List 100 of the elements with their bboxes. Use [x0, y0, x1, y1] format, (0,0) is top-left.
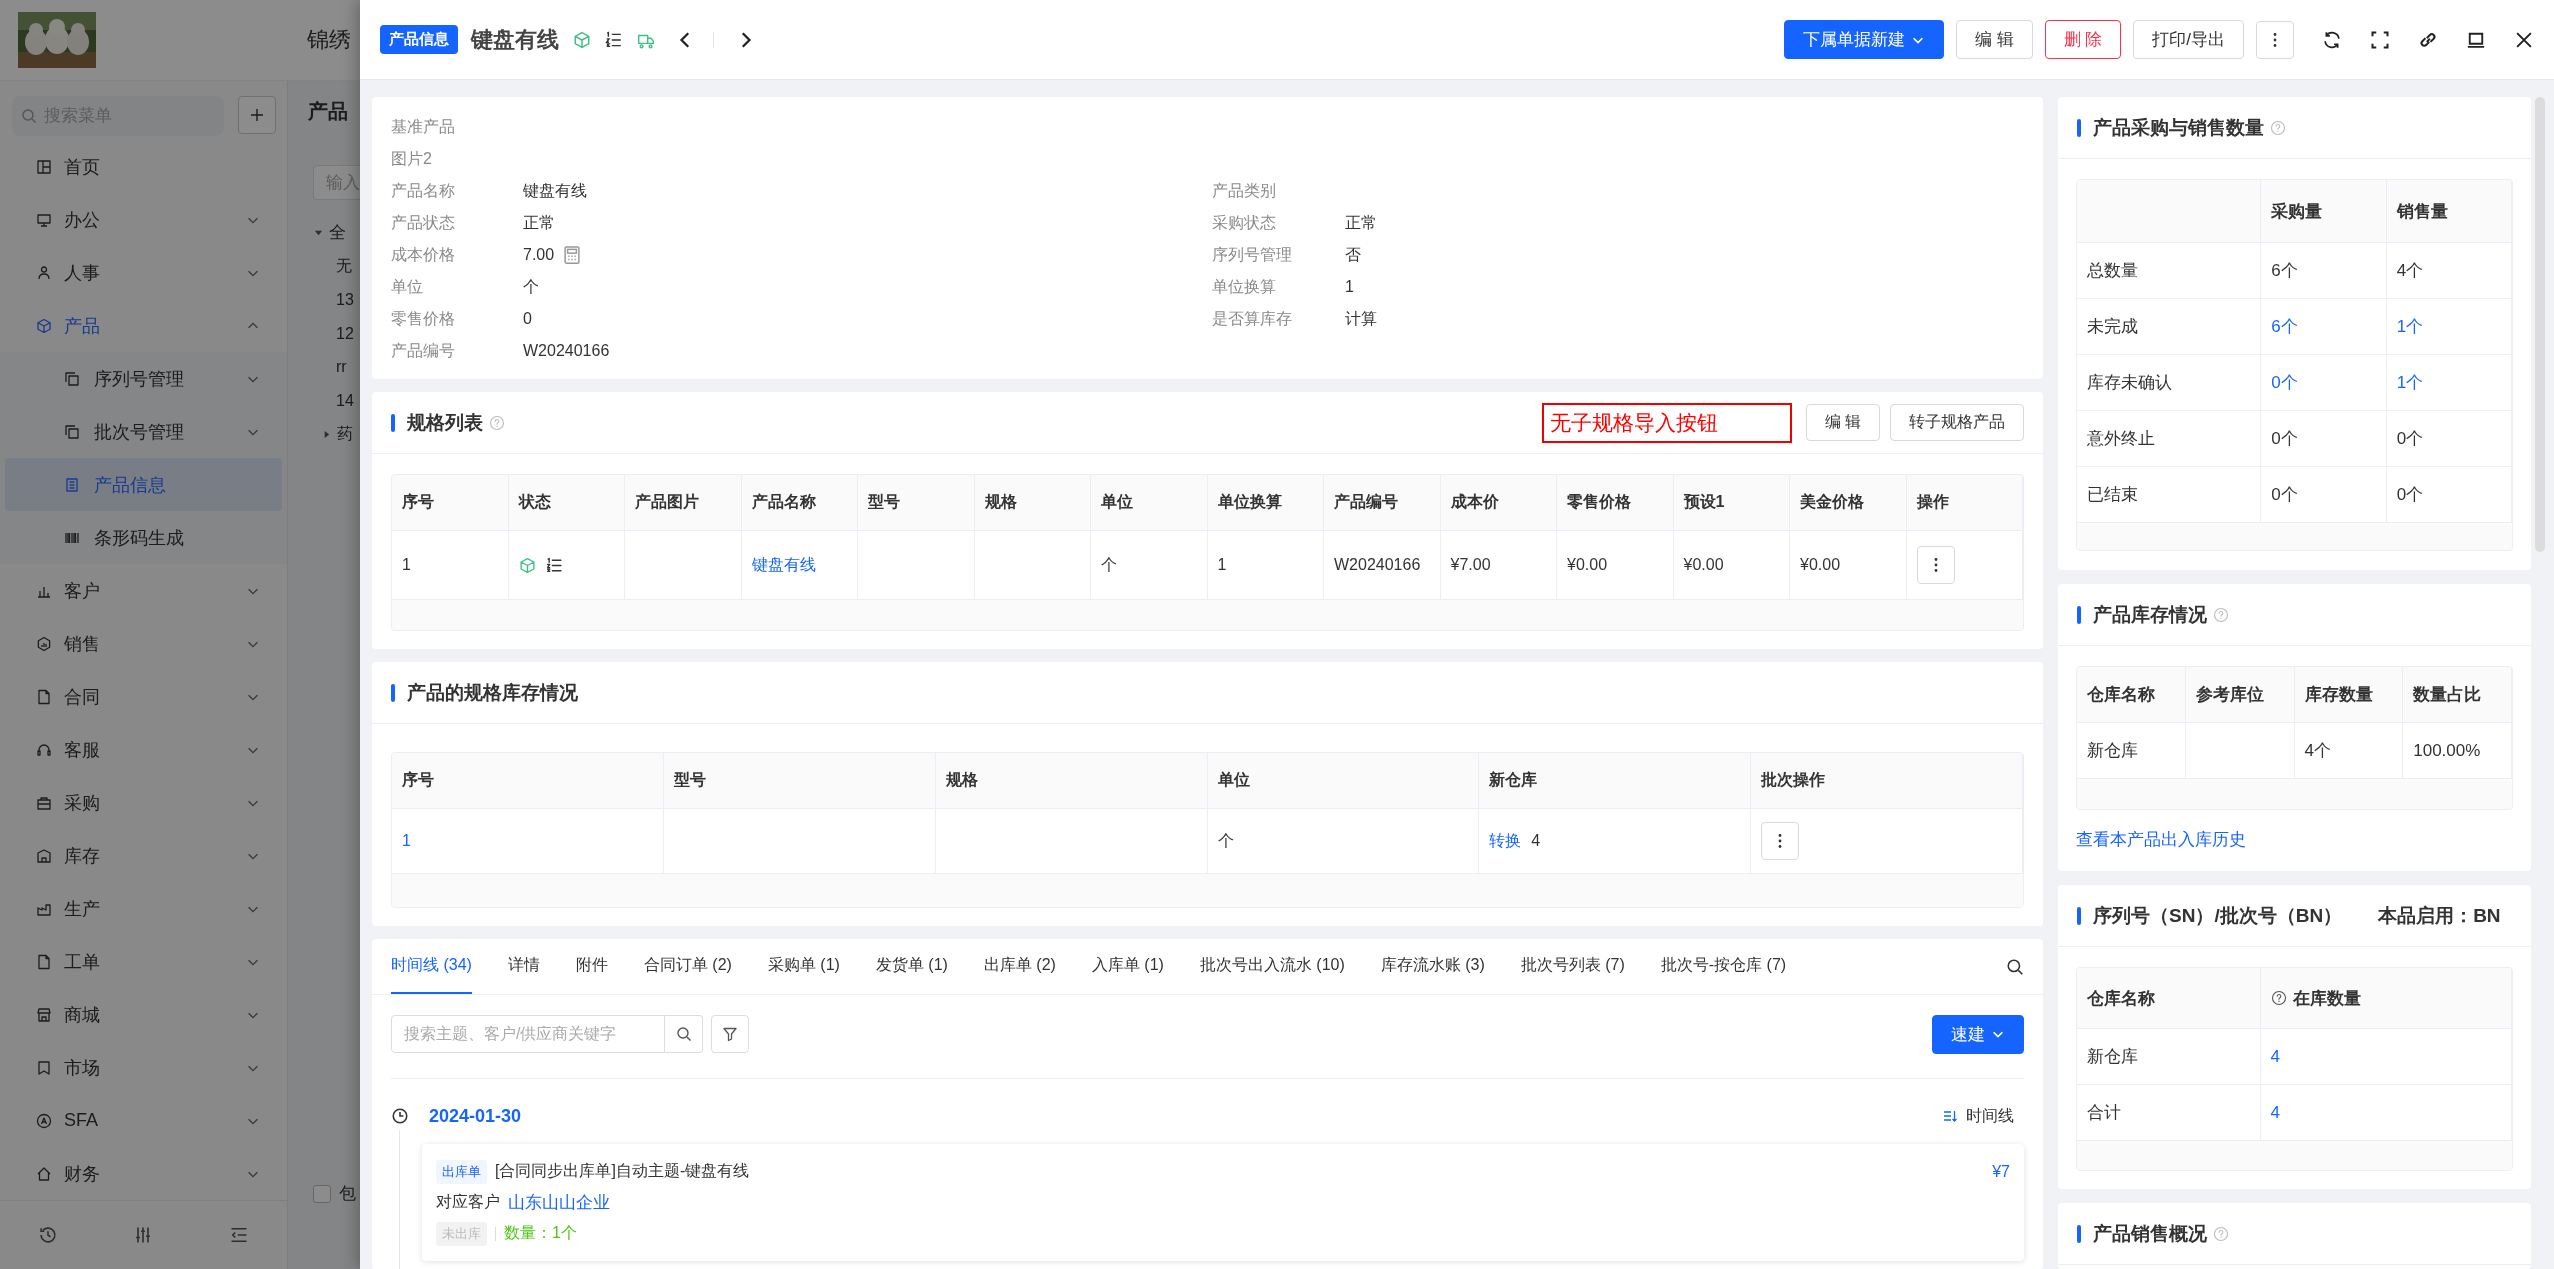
table-link[interactable]: 4: [2270, 1046, 2280, 1067]
column-header: 状态: [508, 475, 625, 531]
filter-button[interactable]: [711, 1015, 749, 1053]
search-button[interactable]: [665, 1015, 703, 1053]
tab[interactable]: 合同订单 (2): [643, 939, 732, 994]
table-link[interactable]: 6个: [2271, 315, 2298, 338]
store-icon: [36, 1006, 52, 1023]
accent-bar: [391, 683, 395, 702]
warehouse-icon: [36, 847, 52, 864]
menu-item[interactable]: 采购: [0, 776, 287, 829]
tab[interactable]: 批次号列表 (7): [1520, 939, 1625, 994]
field-label: 采购状态: [1212, 212, 1277, 233]
field-value: 正常: [1345, 212, 1377, 233]
menu-item[interactable]: 工单: [0, 935, 287, 988]
copy-icon: [64, 423, 80, 440]
menu-item[interactable]: 客服: [0, 723, 287, 776]
caret-icon[interactable]: [314, 228, 323, 238]
tab[interactable]: 发货单 (1): [875, 939, 948, 994]
document-icon: [36, 688, 52, 705]
menu-item[interactable]: 产品: [0, 299, 287, 352]
card-title: 产品库存情况: [2093, 602, 2207, 627]
menu-item[interactable]: 条形码生成: [0, 511, 287, 564]
column-header: 规格: [974, 475, 1091, 531]
tab[interactable]: 时间线 (34): [391, 939, 472, 994]
timeline-toggle[interactable]: 时间线: [1942, 1105, 2014, 1127]
menu-item[interactable]: 财务: [0, 1147, 287, 1200]
menu-item[interactable]: 销售: [0, 617, 287, 670]
customer-link[interactable]: 山东山山企业: [508, 1191, 610, 1214]
menu-item[interactable]: SFA: [0, 1094, 287, 1147]
table-link[interactable]: 0个: [2271, 371, 2298, 394]
filter-icon: [722, 1026, 738, 1042]
tab[interactable]: 出库单 (2): [983, 939, 1056, 994]
menu-item[interactable]: 市场: [0, 1041, 287, 1094]
table-link[interactable]: 1个: [2396, 371, 2424, 394]
refresh-icon[interactable]: [2322, 29, 2342, 50]
delete-button[interactable]: 删 除: [2044, 20, 2122, 59]
tree-item[interactable]: rr: [336, 358, 347, 377]
field-value: W20240166: [523, 342, 610, 360]
action-button[interactable]: 编 辑: [1955, 20, 2033, 59]
accent-bar: [2077, 1224, 2081, 1243]
tree-item[interactable]: 全: [329, 221, 346, 245]
menu-item[interactable]: 批次号管理: [0, 405, 287, 458]
scrollbar[interactable]: [2535, 97, 2545, 552]
person-icon: [36, 264, 52, 281]
monitor-icon: [36, 211, 52, 228]
menu-item[interactable]: 产品信息: [5, 458, 282, 511]
page-title: 产品: [308, 99, 349, 124]
add-button[interactable]: [238, 96, 276, 134]
history-link[interactable]: 查看本产品出入库历史: [2076, 828, 2246, 851]
tab[interactable]: 采购单 (1): [767, 939, 840, 994]
cube-icon: [573, 30, 591, 49]
menu-item[interactable]: 客户: [0, 564, 287, 617]
menu-item[interactable]: 人事: [0, 246, 287, 299]
action-button[interactable]: 打印/导出: [2133, 20, 2244, 59]
collapse-icon[interactable]: [229, 1225, 250, 1245]
caret-icon[interactable]: [322, 429, 331, 439]
table-link[interactable]: 键盘有线: [751, 554, 816, 576]
menu-item[interactable]: 办公: [0, 193, 287, 246]
table-link[interactable]: 1个: [2396, 315, 2424, 338]
tree-item[interactable]: 无: [336, 255, 352, 277]
menu-item[interactable]: 首页: [0, 140, 287, 193]
quick-create-button[interactable]: 速建: [1932, 1014, 2024, 1054]
house-icon: [36, 1165, 52, 1182]
annotation-box: 无子规格导入按钮: [1541, 402, 1792, 443]
action-button[interactable]: 转子规格产品: [1890, 404, 2024, 441]
tree-item[interactable]: 14: [336, 391, 354, 410]
menu-item[interactable]: 合同: [0, 670, 287, 723]
tab[interactable]: 附件: [575, 939, 608, 994]
tab[interactable]: 详情: [507, 939, 540, 994]
table-link[interactable]: 4: [2270, 1102, 2280, 1123]
menu-item[interactable]: 生产: [0, 882, 287, 935]
column-header: 在库数量: [2292, 987, 2361, 1010]
tab[interactable]: 库存流水账 (3): [1380, 939, 1485, 994]
tree-item[interactable]: 12: [336, 324, 354, 343]
menu-item[interactable]: 库存: [0, 829, 287, 882]
checkbox[interactable]: [313, 1184, 331, 1203]
field-label: 产品状态: [391, 212, 456, 233]
tab[interactable]: 批次号-按仓库 (7): [1660, 939, 1787, 994]
fullscreen-icon[interactable]: [2370, 29, 2390, 50]
new-document-button[interactable]: 下属单据新建: [1783, 20, 1944, 59]
card-title: 规格列表: [407, 410, 483, 435]
table-link[interactable]: 1: [402, 832, 411, 850]
calculator-icon[interactable]: [562, 245, 583, 265]
clock-icon: [391, 1107, 409, 1125]
column-header: 参考库位: [2185, 667, 2295, 723]
field-label: 序列号管理: [1212, 244, 1293, 265]
convert-link[interactable]: 转换: [1489, 830, 1522, 852]
menu-item[interactable]: 序列号管理: [0, 352, 287, 405]
search-icon[interactable]: [2006, 957, 2024, 976]
history-icon[interactable]: [37, 1225, 58, 1245]
column-header: 产品名称: [741, 475, 858, 531]
column-header: 成本价: [1440, 475, 1557, 531]
tab[interactable]: 批次号出入流水 (10): [1199, 939, 1345, 994]
field-value: 否: [1345, 244, 1361, 265]
tree-item[interactable]: 13: [336, 291, 354, 309]
action-button[interactable]: 编 辑: [1805, 404, 1880, 441]
tab[interactable]: 入库单 (1): [1091, 939, 1164, 994]
search-field[interactable]: 搜索主题、客户/供应商关键字: [391, 1015, 665, 1053]
menu-item[interactable]: 商城: [0, 988, 287, 1041]
tree-item[interactable]: 药: [337, 423, 353, 445]
